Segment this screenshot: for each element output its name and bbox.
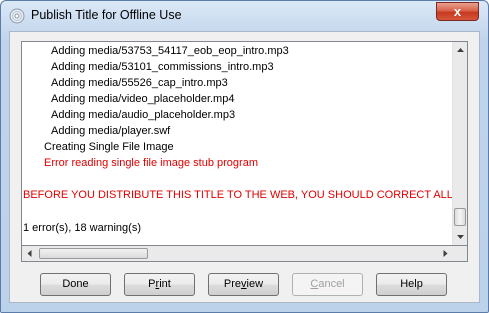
horizontal-scrollbar[interactable] [21,246,468,262]
warning-banner: BEFORE YOU DISTRIBUTE THIS TITLE TO THE … [23,189,454,201]
cancel-button: Cancel [292,273,363,296]
title-bar[interactable]: Publish Title for Offline Use x [1,1,488,31]
log-line: Adding media/video_placeholder.mp4 [51,93,235,105]
done-label: Done [62,278,89,290]
log-line: Adding media/55526_cap_intro.mp3 [51,77,228,89]
disc-icon [9,8,25,24]
log-line: Creating Single File Image [44,141,174,153]
preview-button[interactable]: Preview [208,273,279,296]
log-content: Adding media/53753_54117_eob_eop_intro.m… [22,42,454,245]
log-line: Adding media/53753_54117_eob_eop_intro.m… [51,45,289,57]
scroll-left-icon[interactable] [24,248,36,259]
scroll-right-icon[interactable] [439,248,451,259]
horizontal-scroll-thumb[interactable] [39,248,148,259]
done-button[interactable]: Done [40,273,111,296]
error-line: Error reading single file image stub pro… [44,157,258,169]
print-label: P [148,278,156,290]
log-line: Adding media/player.swf [51,125,171,137]
summary-line: 1 error(s), 18 warning(s) [23,222,141,234]
window-title: Publish Title for Offline Use [31,8,182,22]
vertical-scrollbar[interactable] [452,42,467,245]
log-line: Adding media/53101_commissions_intro.mp3 [51,61,274,73]
scroll-down-icon[interactable] [454,230,467,244]
help-label: Help [400,278,423,290]
vertical-scroll-thumb[interactable] [454,208,466,226]
close-button[interactable]: x [436,2,479,21]
dialog-body: Adding media/53753_54117_eob_eop_intro.m… [9,31,480,303]
publish-dialog: Publish Title for Offline Use x Adding m… [0,0,489,313]
print-button[interactable]: Print [124,273,195,296]
help-button[interactable]: Help [376,273,447,296]
scroll-up-icon[interactable] [454,43,467,57]
preview-label: Pre [223,278,242,290]
log-line: Adding media/audio_placeholder.mp3 [51,109,236,121]
close-icon: x [453,4,462,19]
output-log[interactable]: Adding media/53753_54117_eob_eop_intro.m… [21,41,468,246]
